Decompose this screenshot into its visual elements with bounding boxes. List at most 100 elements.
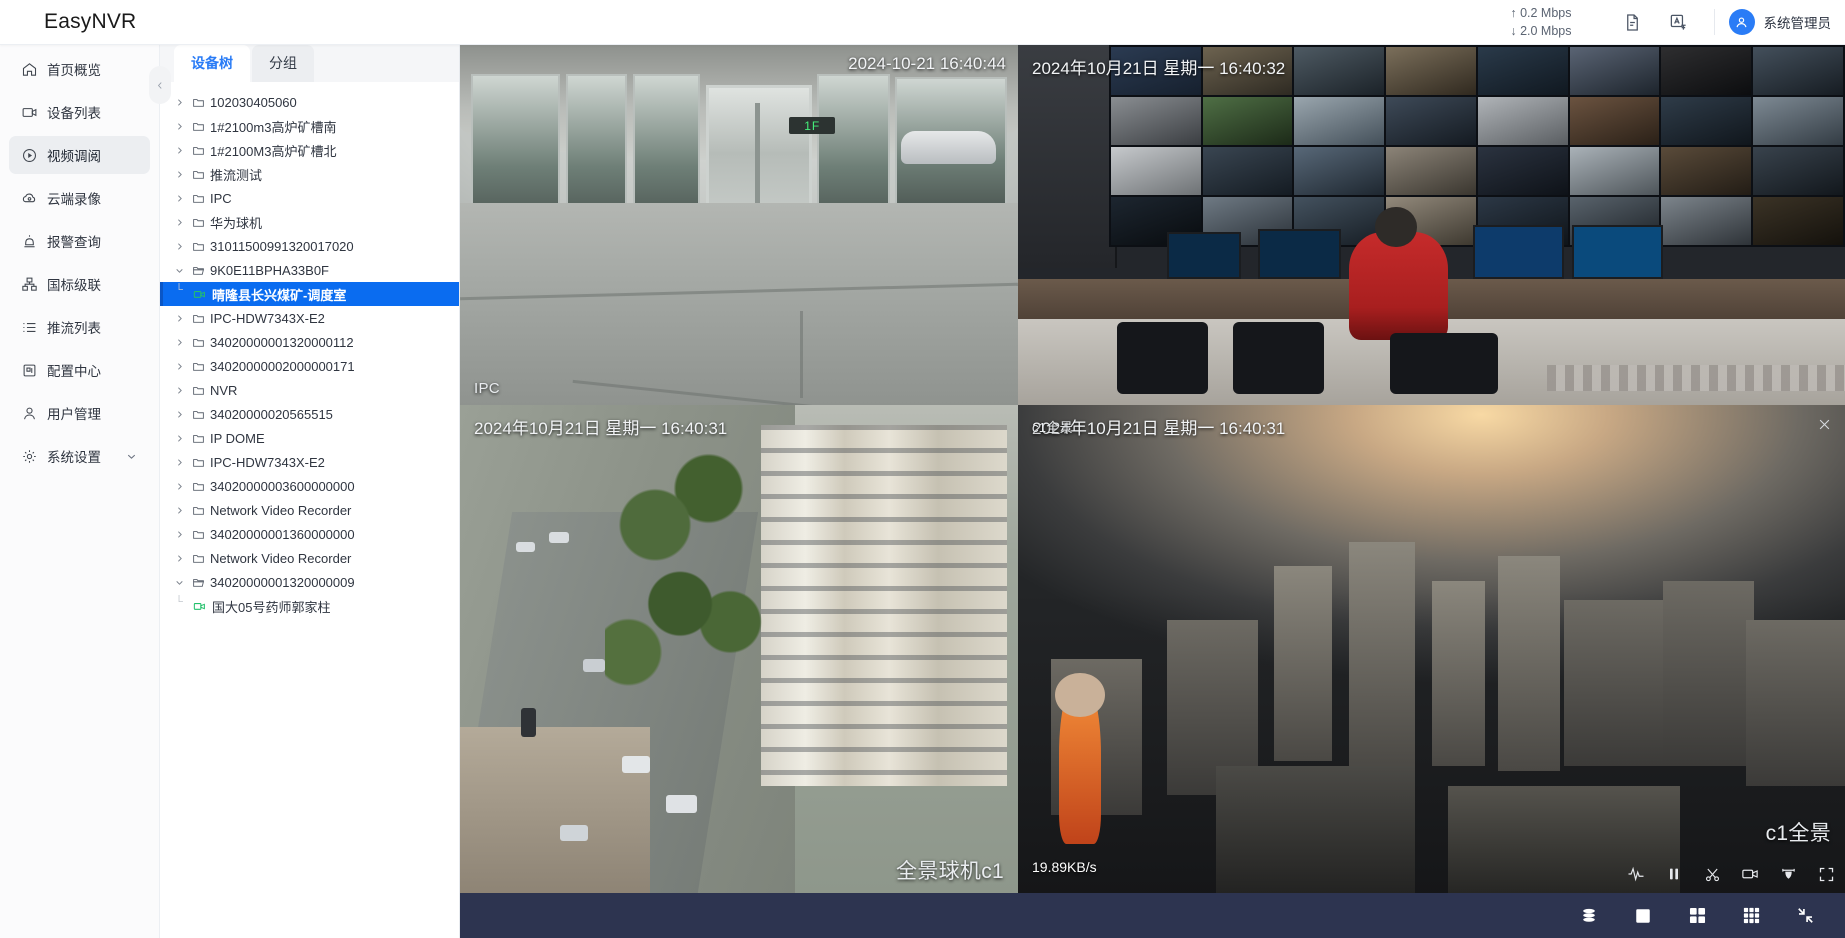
tree-folder-node[interactable]: 34020000002000000171 xyxy=(160,354,459,378)
tree-node-label: 31011500991320017020 xyxy=(210,238,354,254)
sidebar-item-push-list[interactable]: 推流列表 xyxy=(9,308,150,346)
tree-folder-node[interactable]: IPC xyxy=(160,186,459,210)
chevron-right-icon[interactable] xyxy=(170,434,188,443)
tree-camera-node[interactable]: └ 国大05号药师郭家柱 xyxy=(160,594,459,618)
chevron-down-icon[interactable] xyxy=(170,266,188,275)
tree-folder-node[interactable]: IPC-HDW7343X-E2 xyxy=(160,306,459,330)
tree-folder-node[interactable]: 9K0E11BPHA33B0F xyxy=(160,258,459,282)
tree-folder-node[interactable]: IP DOME xyxy=(160,426,459,450)
sidebar-item-device-list[interactable]: 设备列表 xyxy=(9,93,150,131)
chevron-right-icon[interactable] xyxy=(170,98,188,107)
sidebar-label: 用户管理 xyxy=(47,407,101,422)
sidebar-label: 视频调阅 xyxy=(47,149,101,164)
folder-icon xyxy=(188,144,208,157)
tree-node-label: IPC-HDW7343X-E2 xyxy=(210,310,325,326)
tab-device-tree[interactable]: 设备树 xyxy=(174,45,250,82)
tree-folder-node[interactable]: 102030405060 xyxy=(160,90,459,114)
chevron-right-icon[interactable] xyxy=(170,314,188,323)
tree-folder-node[interactable]: 34020000001360000000 xyxy=(160,522,459,546)
tree-folder-node[interactable]: 34020000020565515 xyxy=(160,402,459,426)
layout-2x2-icon[interactable] xyxy=(1687,906,1707,926)
sidebar-item-cloud-record[interactable]: 云端录像 xyxy=(9,179,150,217)
chevron-right-icon[interactable] xyxy=(170,146,188,155)
chevron-right-icon[interactable] xyxy=(170,554,188,563)
user-menu[interactable]: 系统管理员 xyxy=(1728,9,1831,35)
chevron-down-icon[interactable] xyxy=(125,450,138,463)
sidebar-label: 推流列表 xyxy=(47,321,101,336)
tree-folder-node[interactable]: 34020000003600000000 xyxy=(160,474,459,498)
chevron-right-icon[interactable] xyxy=(170,458,188,467)
folder-icon xyxy=(188,168,208,181)
tree-folder-node[interactable]: Network Video Recorder xyxy=(160,498,459,522)
tree-folder-node[interactable]: 推流测试 xyxy=(160,162,459,186)
tree-folder-node[interactable]: Network Video Recorder xyxy=(160,546,459,570)
tab-group[interactable]: 分组 xyxy=(252,45,314,82)
pause-icon[interactable] xyxy=(1665,865,1683,883)
folder-icon xyxy=(188,336,208,349)
camera-icon xyxy=(188,600,210,613)
ptz-control-icon[interactable] xyxy=(1779,865,1797,883)
document-icon[interactable] xyxy=(1616,5,1650,39)
camera-name-label: c1全景 xyxy=(1765,822,1831,845)
tree-camera-node[interactable]: └ 晴隆县长兴煤矿-调度室 xyxy=(160,282,459,306)
layout-1x1-icon[interactable] xyxy=(1633,906,1653,926)
tree-tabs: 设备树 分组 xyxy=(160,45,459,82)
chevron-right-icon[interactable] xyxy=(170,338,188,347)
sidebar-item-home[interactable]: 首页概览 xyxy=(9,50,150,88)
camera-name-label: IPC xyxy=(474,380,500,397)
sidebar-item-system-settings[interactable]: 系统设置 xyxy=(9,437,150,475)
stream-stack-icon[interactable] xyxy=(1579,906,1599,926)
sidebar-item-config-center[interactable]: 配置中心 xyxy=(9,351,150,389)
layout-3x3-icon[interactable] xyxy=(1741,906,1761,926)
tree-folder-node[interactable]: IPC-HDW7343X-E2 xyxy=(160,450,459,474)
scissors-snapshot-icon[interactable] xyxy=(1703,865,1721,883)
chevron-right-icon[interactable] xyxy=(170,482,188,491)
user-icon xyxy=(20,404,38,422)
chevron-right-icon[interactable] xyxy=(170,122,188,131)
tree-folder-node[interactable]: NVR xyxy=(160,378,459,402)
alarm-icon xyxy=(20,232,38,250)
exit-fullscreen-icon[interactable] xyxy=(1795,906,1815,926)
chevron-down-icon[interactable] xyxy=(170,578,188,587)
video-cell-4[interactable]: 2024年10月21日 星期一 16:40:31 c1全景 c1全景 19.89… xyxy=(1018,405,1845,893)
language-switch-icon[interactable] xyxy=(1662,5,1696,39)
close-icon[interactable] xyxy=(1813,413,1835,435)
chevron-right-icon[interactable] xyxy=(170,506,188,515)
chevron-right-icon[interactable] xyxy=(170,242,188,251)
folder-icon xyxy=(188,480,208,493)
record-video-icon[interactable] xyxy=(1741,865,1759,883)
chevron-right-icon[interactable] xyxy=(170,170,188,179)
tree-scroll-container[interactable]: 102030405060 1#2100m3高炉矿槽南 1#2100M3高炉矿槽北推流… xyxy=(160,82,459,938)
chevron-right-icon[interactable] xyxy=(170,410,188,419)
tree-folder-node[interactable]: 1#2100M3高炉矿槽北 xyxy=(160,138,459,162)
tree-node-label: 34020000001320000009 xyxy=(210,574,355,590)
waveform-audio-icon[interactable] xyxy=(1627,865,1645,883)
video-cell-2[interactable]: 2024年10月21日 星期一 16:40:32 xyxy=(1018,45,1845,405)
tree-node-label: IPC-HDW7343X-E2 xyxy=(210,454,325,470)
sidebar-item-gb-cascade[interactable]: 国标级联 xyxy=(9,265,150,303)
video-cell-3[interactable]: 2024年10月21日 星期一 16:40:31 全景球机c1 xyxy=(460,405,1018,893)
sidebar-item-user-management[interactable]: 用户管理 xyxy=(9,394,150,432)
tree-node-label: 1#2100M3高炉矿槽北 xyxy=(210,143,337,159)
fullscreen-icon[interactable] xyxy=(1817,865,1835,883)
tree-folder-node[interactable]: 34020000001320000009 xyxy=(160,570,459,594)
chevron-right-icon[interactable] xyxy=(170,530,188,539)
chevron-right-icon[interactable] xyxy=(170,218,188,227)
tree-node-label: 34020000020565515 xyxy=(210,406,333,422)
tree-node-label: 102030405060 xyxy=(210,94,297,110)
tree-node-label: 国大05号药师郭家柱 xyxy=(212,599,331,615)
tree-node-label: 34020000001360000000 xyxy=(210,526,355,542)
chevron-right-icon[interactable] xyxy=(170,362,188,371)
bitrate-indicator: 19.89KB/s xyxy=(1032,859,1097,875)
video-cell-toolbar xyxy=(1627,865,1835,883)
chevron-right-icon[interactable] xyxy=(170,194,188,203)
tree-folder-node[interactable]: 1#2100m3高炉矿槽南 xyxy=(160,114,459,138)
sidebar-item-video-review[interactable]: 视频调阅 xyxy=(9,136,150,174)
chevron-right-icon[interactable] xyxy=(170,386,188,395)
sidebar-item-alarm-query[interactable]: 报警查询 xyxy=(9,222,150,260)
video-cell-1[interactable]: 1F 2024-10-21 16:40:44 IPC xyxy=(460,45,1018,405)
tree-folder-node[interactable]: 34020000001320000112 xyxy=(160,330,459,354)
chevron-left-icon[interactable] xyxy=(149,66,171,104)
tree-folder-node[interactable]: 华为球机 xyxy=(160,210,459,234)
tree-folder-node[interactable]: 31011500991320017020 xyxy=(160,234,459,258)
